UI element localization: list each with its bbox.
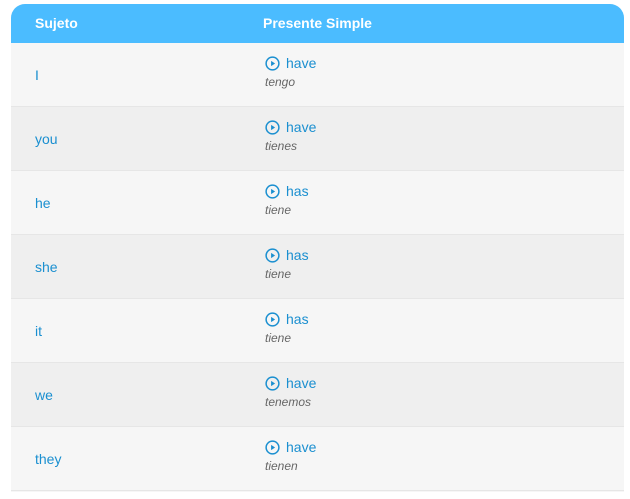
verb-cell: have tenemos: [265, 373, 316, 409]
table-body: I have tengo you have tienes he has tien…: [11, 43, 624, 491]
table-row: he has tiene: [11, 171, 624, 235]
table-row: it has tiene: [11, 299, 624, 363]
translation-text: tiene: [265, 331, 292, 345]
play-circle-icon[interactable]: [265, 119, 280, 135]
verb-cell: have tengo: [265, 53, 316, 89]
translation-text: tengo: [265, 75, 296, 89]
table-row: we have tenemos: [11, 363, 624, 427]
subject-cell: they: [35, 451, 62, 467]
table-row: she has tiene: [11, 235, 624, 299]
verb-text[interactable]: has: [286, 247, 309, 263]
verb-cell: has tiene: [265, 309, 309, 345]
table-row: they have tienen: [11, 427, 624, 491]
header-tense: Presente Simple: [263, 15, 372, 31]
play-circle-icon[interactable]: [265, 439, 280, 455]
verb-text[interactable]: have: [286, 119, 316, 135]
play-circle-icon[interactable]: [265, 55, 280, 71]
translation-text: tiene: [265, 267, 292, 281]
verb-text[interactable]: have: [286, 375, 316, 391]
translation-text: tienes: [265, 139, 298, 153]
verb-cell: has tiene: [265, 245, 309, 281]
subject-cell: we: [35, 387, 53, 403]
verb-cell: has tiene: [265, 181, 309, 217]
verb-cell: have tienen: [265, 437, 316, 473]
verb-text[interactable]: have: [286, 55, 316, 71]
table-row: you have tienes: [11, 107, 624, 171]
verb-text[interactable]: has: [286, 311, 309, 327]
header-subject: Sujeto: [35, 15, 78, 31]
translation-text: tenemos: [265, 395, 312, 409]
verb-cell: have tienes: [265, 117, 316, 153]
table-header: Sujeto Presente Simple: [11, 4, 624, 43]
translation-text: tienen: [265, 459, 298, 473]
play-circle-icon[interactable]: [265, 247, 280, 263]
conjugation-table: Sujeto Presente Simple I have tengo you …: [11, 4, 624, 492]
play-circle-icon[interactable]: [265, 183, 280, 199]
verb-text[interactable]: has: [286, 183, 309, 199]
play-circle-icon[interactable]: [265, 311, 280, 327]
subject-cell: it: [35, 323, 42, 339]
play-circle-icon[interactable]: [265, 375, 280, 391]
subject-cell: I: [35, 67, 39, 83]
table-row: I have tengo: [11, 43, 624, 107]
subject-cell: he: [35, 195, 51, 211]
subject-cell: you: [35, 131, 58, 147]
subject-cell: she: [35, 259, 58, 275]
translation-text: tiene: [265, 203, 292, 217]
verb-text[interactable]: have: [286, 439, 316, 455]
